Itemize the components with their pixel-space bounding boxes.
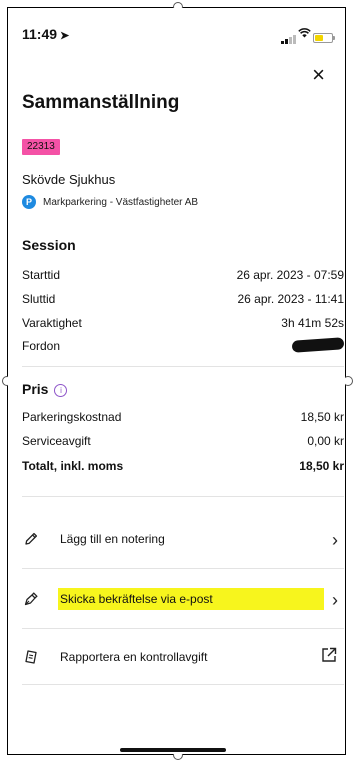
report-control-fee-button[interactable]: Rapportera en kontrollavgift (22, 644, 344, 670)
chevron-right-icon: › (332, 530, 338, 550)
send-email-confirmation-button[interactable]: Skicka bekräftelse via e-post › (22, 586, 344, 612)
parking-icon: P (22, 195, 36, 209)
pen-nib-icon (22, 590, 40, 608)
session-heading: Session (22, 237, 76, 253)
price-row-total: Totalt, inkl. moms 18,50 kr (22, 459, 344, 473)
provider-name: Markparkering - Västfastigheter AB (43, 196, 199, 208)
redacted-vehicle-plate (291, 337, 345, 353)
ticket-icon (22, 648, 40, 666)
price-row-service: Serviceavgift 0,00 kr (22, 434, 344, 448)
page-title: Sammanställning (22, 92, 180, 113)
highlighted-label: Skicka bekräftelse via e-post (58, 588, 324, 610)
price-heading: Pris i (22, 381, 68, 397)
zone-code-badge: 22313 (22, 139, 60, 155)
pencil-icon (22, 530, 40, 548)
divider (22, 496, 344, 497)
wifi-icon (298, 28, 311, 41)
chevron-right-icon: › (332, 590, 338, 610)
provider-row: P Markparkering - Västfastigheter AB (22, 195, 198, 209)
session-row-start: Starttid 26 apr. 2023 - 07:59 (22, 268, 344, 282)
place-name: Skövde Sjukhus (22, 172, 116, 187)
session-row-duration: Varaktighet 3h 41m 52s (22, 316, 344, 330)
session-row-vehicle: Fordon (22, 337, 345, 353)
phone-screen: 11:49 ➤ × Sammanställning 22313 Skövde Sj… (8, 8, 345, 754)
divider (22, 684, 344, 685)
status-bar: 11:49 ➤ (8, 8, 345, 52)
battery-icon (313, 33, 335, 43)
close-icon[interactable]: × (312, 64, 325, 86)
external-link-icon (320, 646, 338, 664)
divider (22, 366, 344, 367)
info-icon[interactable]: i (54, 383, 68, 397)
location-arrow-icon: ➤ (60, 30, 70, 42)
session-row-end: Sluttid 26 apr. 2023 - 11:41 (22, 292, 344, 306)
price-row-parking: Parkeringskostnad 18,50 kr (22, 410, 344, 424)
signal-icon (281, 34, 297, 44)
status-time: 11:49 ➤ (22, 26, 70, 42)
add-note-button[interactable]: Lägg till en notering › (22, 526, 344, 552)
divider (22, 628, 344, 629)
divider (22, 568, 344, 569)
home-indicator[interactable] (120, 748, 226, 752)
